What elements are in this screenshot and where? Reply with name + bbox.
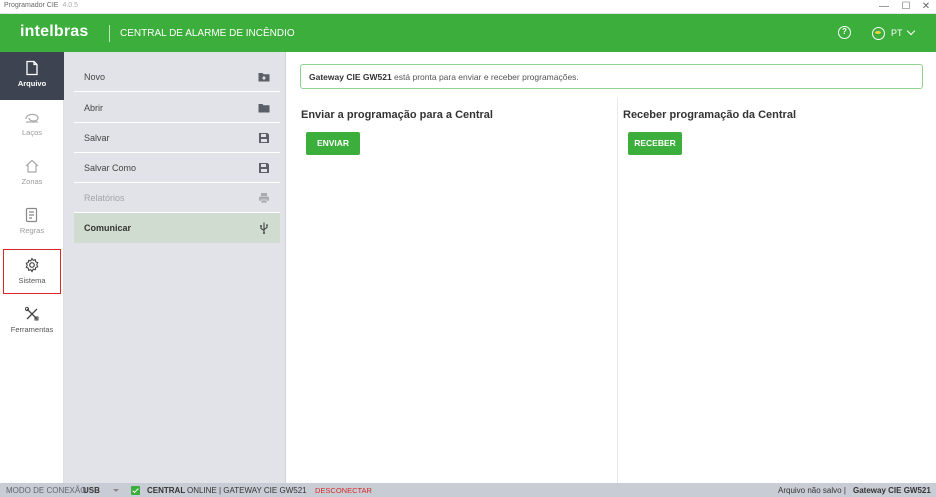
connection-status-text: ONLINE | GATEWAY CIE GW521 <box>187 486 307 495</box>
nav-item-zonas[interactable]: Zonas <box>0 150 64 198</box>
app-name: Programador CIE 4.0.5 <box>4 2 79 9</box>
status-bar: MODO DE CONEXÃO USB CENTRAL ONLINE | GAT… <box>0 483 936 497</box>
flag-icon <box>872 26 885 40</box>
minimize-button[interactable]: — <box>874 0 894 14</box>
selection-highlight <box>3 249 61 294</box>
submenu-label: Abrir <box>84 103 104 113</box>
language-label: PT <box>891 28 903 38</box>
disconnect-link[interactable]: DESCONECTAR <box>315 486 372 495</box>
app-header: intelbras CENTRAL DE ALARME DE INCÊNDIO … <box>0 14 936 52</box>
nav-label-arquivo: Arquivo <box>17 79 47 88</box>
connection-mode-select[interactable]: USB <box>83 486 100 495</box>
usb-icon <box>260 222 268 234</box>
submenu-item-comunicar[interactable]: Comunicar <box>74 213 280 243</box>
submenu-label: Salvar Como <box>84 163 137 173</box>
page-title: CENTRAL DE ALARME DE INCÊNDIO <box>120 28 295 39</box>
file-submenu: Novo Abrir Salvar Salvar Como Relatórios… <box>64 52 286 483</box>
check-icon <box>131 486 140 495</box>
submenu-label: Salvar <box>84 133 110 143</box>
main-navigation: Arquivo Laços Zonas Regras Sistema Ferra… <box>0 52 64 483</box>
nav-label-ferramentas: Ferramentas <box>10 325 54 334</box>
connection-mode-label: MODO DE CONEXÃO <box>6 486 87 495</box>
save-as-icon <box>259 163 269 173</box>
receive-button[interactable]: RECEBER <box>628 132 682 155</box>
home-icon <box>25 159 39 173</box>
device-name: Gateway CIE GW521 <box>853 486 931 495</box>
file-icon <box>26 60 38 76</box>
file-status-text: Arquivo não salvo | <box>778 486 846 495</box>
close-button[interactable]: ✕ <box>916 0 936 14</box>
window-titlebar: Programador CIE 4.0.5 — ☐ ✕ <box>0 0 936 14</box>
caret-down-icon[interactable] <box>113 489 119 492</box>
central-label: CENTRAL <box>147 486 186 495</box>
save-icon <box>259 133 269 143</box>
nav-item-lacos[interactable]: Laços <box>0 101 64 149</box>
status-banner-text: Gateway CIE GW521 está pronta para envia… <box>309 72 579 82</box>
column-divider <box>617 98 618 483</box>
maximize-button[interactable]: ☐ <box>896 0 916 14</box>
send-button[interactable]: ENVIAR <box>306 132 360 155</box>
status-banner: Gateway CIE GW521 está pronta para envia… <box>300 64 923 89</box>
banner-message: está pronta para enviar e receber progra… <box>394 72 579 82</box>
nav-item-arquivo[interactable]: Arquivo <box>0 52 64 100</box>
brand-logo: intelbras <box>20 23 89 40</box>
help-icon[interactable]: ? <box>838 26 851 39</box>
submenu-item-salvar-como[interactable]: Salvar Como <box>74 153 280 183</box>
nav-label-regras: Regras <box>19 226 45 235</box>
submenu-item-salvar[interactable]: Salvar <box>74 123 280 153</box>
nav-label-zonas: Zonas <box>21 177 43 186</box>
language-selector[interactable]: PT <box>872 26 915 40</box>
printer-icon <box>259 193 269 204</box>
submenu-item-novo[interactable]: Novo <box>74 62 280 92</box>
folder-icon <box>258 104 270 113</box>
submenu-item-relatorios: Relatórios <box>74 183 280 213</box>
send-section-title: Enviar a programação para a Central <box>301 109 493 121</box>
banner-device-name: Gateway CIE GW521 <box>309 72 392 82</box>
loop-icon <box>25 113 39 123</box>
tools-icon <box>24 306 39 321</box>
rules-icon <box>25 207 38 223</box>
folder-plus-icon <box>258 73 270 82</box>
receive-section-title: Receber programação da Central <box>623 109 797 121</box>
communication-panel: Gateway CIE GW521 está pronta para envia… <box>286 52 936 483</box>
submenu-item-abrir[interactable]: Abrir <box>74 93 280 123</box>
submenu-label: Relatórios <box>84 193 125 203</box>
header-divider <box>109 25 110 42</box>
app-version: 4.0.5 <box>62 2 79 9</box>
submenu-label: Comunicar <box>84 223 132 233</box>
nav-item-ferramentas[interactable]: Ferramentas <box>0 298 64 346</box>
nav-label-lacos: Laços <box>21 128 42 137</box>
chevron-down-icon <box>906 26 915 36</box>
submenu-label: Novo <box>84 72 106 82</box>
nav-item-regras[interactable]: Regras <box>0 199 64 247</box>
